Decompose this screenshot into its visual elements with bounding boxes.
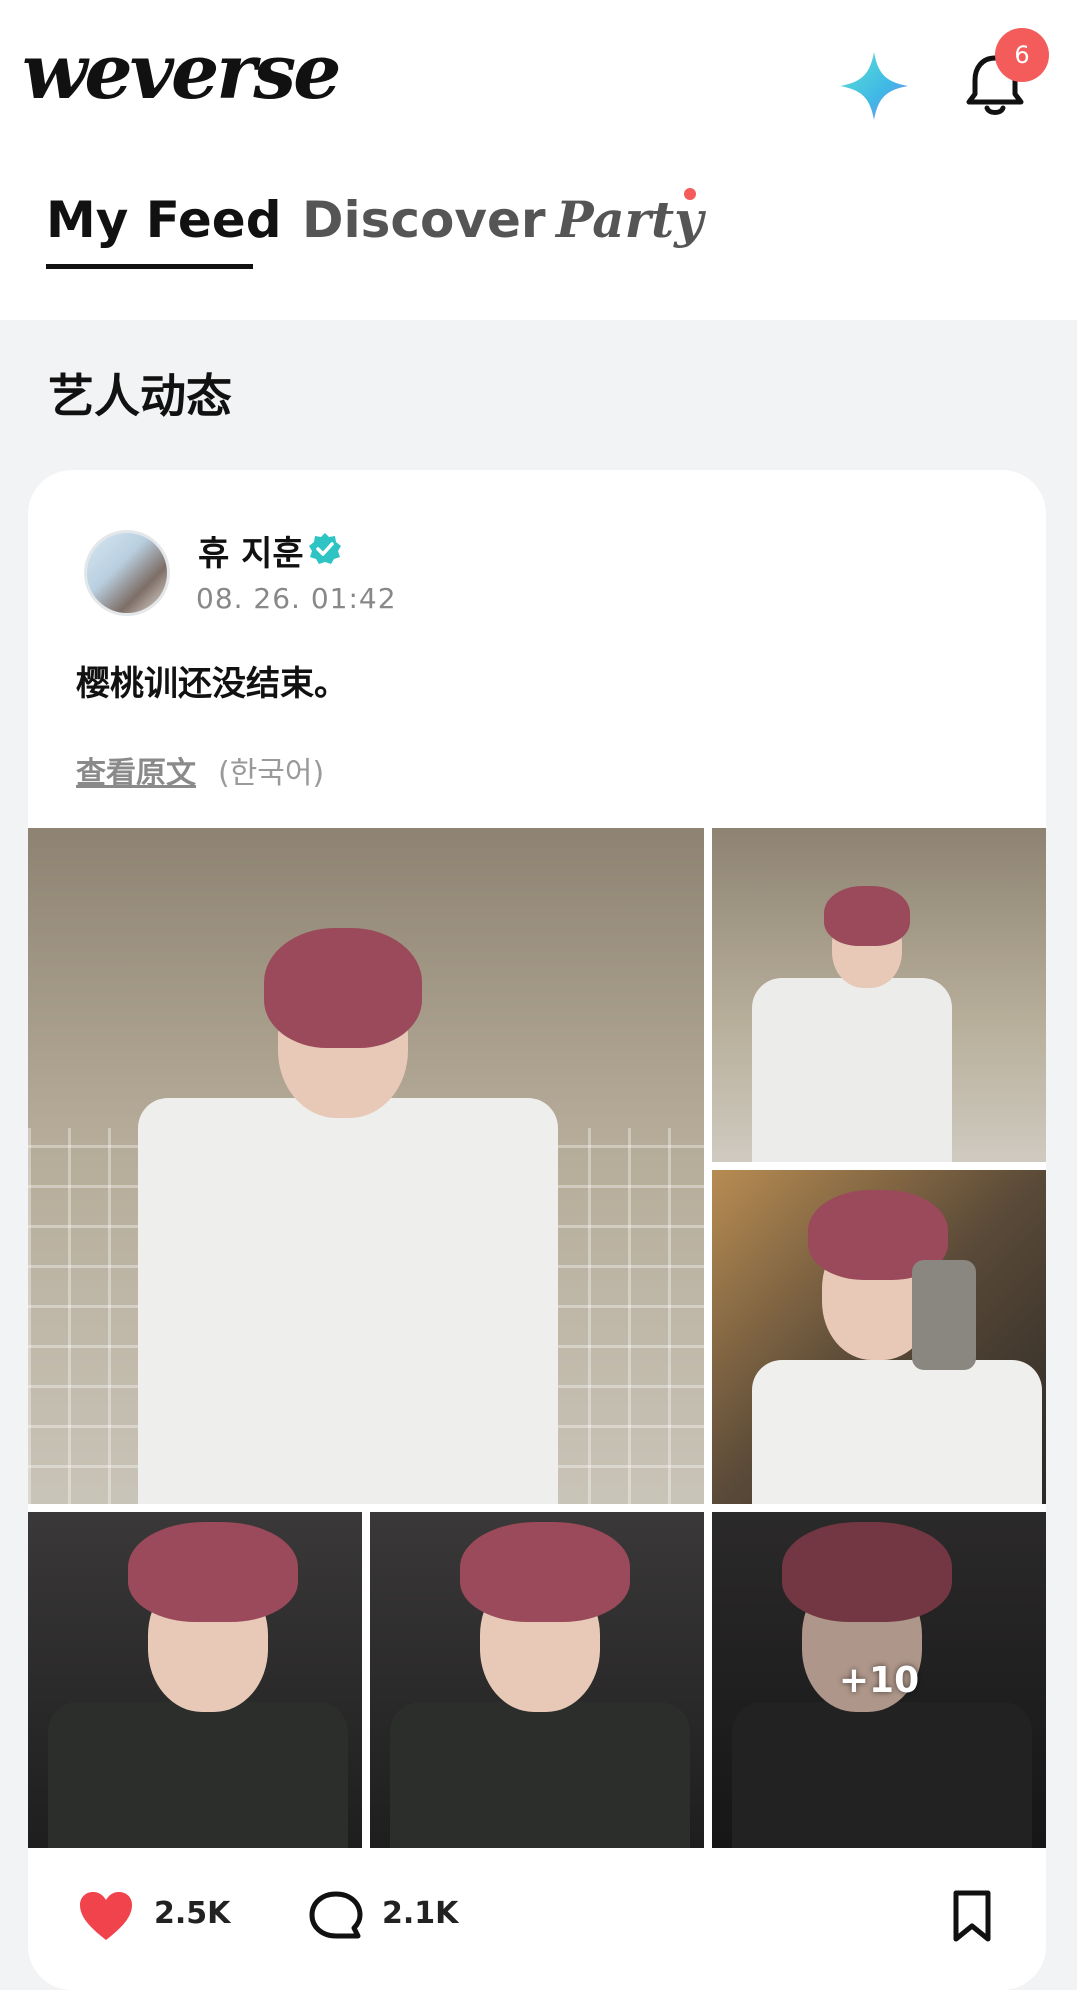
post-photo[interactable]: +10 [712,1512,1046,1848]
post-photo[interactable] [712,828,1046,1162]
photo-grid: +10 [28,828,1046,1848]
post-text: 樱桃训还没结束。 [76,664,348,704]
tab-my-feed[interactable]: My Feed [46,190,282,250]
more-photos-count[interactable]: +10 [712,1512,1046,1848]
sparkle-icon[interactable] [838,50,910,122]
feed-tabs: My Feed Discover Party [0,188,1077,280]
tab-discover[interactable]: Discover [302,190,546,250]
active-tab-indicator [46,264,253,269]
top-bar: weverse 6 My Feed Discover Party [0,0,1077,320]
original-language: (한국어) [218,756,325,791]
post-photo[interactable] [712,1170,1046,1504]
weverse-logo[interactable]: weverse [22,34,341,110]
tab-party[interactable]: Party [556,190,703,250]
post-photo[interactable] [28,1512,362,1848]
post-actions: 2.5K 2.1K [28,1870,1046,1970]
party-new-dot [684,188,696,200]
post-photo[interactable] [28,828,704,1504]
post-timestamp: 08. 26. 01:42 [196,582,397,615]
artist-post-card[interactable]: 휴 지훈 08. 26. 01:42 樱桃训还没结束。 查看原文 (한국어) +… [28,470,1046,1990]
comment-icon[interactable] [308,1890,364,1942]
notification-badge: 6 [995,28,1049,82]
view-original-link[interactable]: 查看原文 [76,748,196,792]
verified-badge-icon [309,533,341,564]
post-photo[interactable] [370,1512,704,1848]
heart-icon[interactable] [78,1890,134,1942]
author-avatar[interactable] [84,530,170,616]
like-count: 2.5K [154,1896,231,1931]
bookmark-icon[interactable] [944,1890,1000,1942]
comment-count: 2.1K [382,1896,459,1931]
section-title: 艺人动态 [48,369,232,423]
author-name[interactable]: 휴 지훈 [198,526,304,575]
